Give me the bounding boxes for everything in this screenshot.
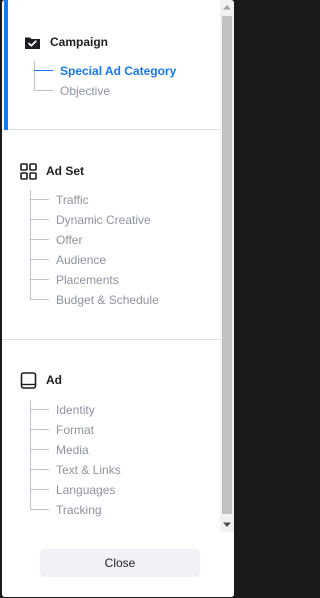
nav-item-label: Languages: [56, 483, 116, 497]
nav-item-label: Media: [56, 443, 89, 457]
ad-tablet-icon: [20, 371, 37, 389]
tree-connector: [34, 90, 53, 91]
nav-item-label: Text & Links: [56, 463, 121, 477]
nav-item-identity[interactable]: Identity: [30, 400, 121, 420]
tree-connector: [30, 409, 49, 410]
campaign-header[interactable]: Campaign: [24, 32, 108, 52]
campaign-checkbox-folder-icon: [24, 34, 41, 51]
nav-item-offer[interactable]: Offer: [30, 230, 159, 250]
ad-tree: Identity Format Media Text & Links Langu…: [30, 400, 121, 520]
nav-item-dynamic-creative[interactable]: Dynamic Creative: [30, 210, 159, 230]
nav-item-format[interactable]: Format: [30, 420, 121, 440]
scroll-down-arrow-icon[interactable]: [220, 518, 234, 532]
tree-connector: [30, 219, 49, 220]
navigation-scroll-area[interactable]: Campaign Special Ad Category Objective A…: [2, 0, 220, 532]
tree-connector: [34, 70, 53, 71]
tree-connector: [30, 279, 49, 280]
nav-item-label: Objective: [60, 84, 111, 98]
tree-connector: [30, 259, 49, 260]
nav-item-label: Tracking: [56, 503, 102, 517]
tree-connector: [30, 299, 49, 300]
tree-connector: [30, 449, 49, 450]
nav-item-label: Dynamic Creative: [56, 213, 151, 227]
ad-section: Ad Identity Format Media Text & Links La…: [2, 340, 220, 532]
nav-item-label: Offer: [56, 233, 83, 247]
campaign-section: Campaign Special Ad Category Objective: [2, 0, 220, 130]
tree-connector: [30, 429, 49, 430]
panel-footer: Close: [2, 532, 234, 597]
ad-title: Ad: [46, 373, 62, 387]
nav-item-label: Format: [56, 423, 95, 437]
close-button[interactable]: Close: [40, 549, 200, 577]
nav-item-languages[interactable]: Languages: [30, 480, 121, 500]
nav-item-placements[interactable]: Placements: [30, 270, 159, 290]
tree-connector: [30, 239, 49, 240]
navigation-panel: Campaign Special Ad Category Objective A…: [2, 0, 234, 597]
active-section-indicator: [4, 0, 8, 130]
nav-item-tracking[interactable]: Tracking: [30, 500, 121, 520]
tree-connector: [30, 489, 49, 490]
ad-set-section: Ad Set Traffic Dynamic Creative Offer Au…: [2, 130, 220, 340]
ad-header[interactable]: Ad: [20, 370, 62, 390]
ad-set-title: Ad Set: [46, 164, 85, 178]
campaign-title: Campaign: [50, 35, 109, 49]
scroll-up-arrow-icon[interactable]: [220, 0, 234, 14]
nav-item-label: Identity: [56, 403, 95, 417]
ad-set-tree: Traffic Dynamic Creative Offer Audience …: [30, 190, 159, 310]
ad-set-header[interactable]: Ad Set: [20, 161, 84, 181]
nav-item-objective[interactable]: Objective: [34, 81, 176, 101]
nav-item-label: Traffic: [56, 193, 89, 207]
nav-item-audience[interactable]: Audience: [30, 250, 159, 270]
nav-item-traffic[interactable]: Traffic: [30, 190, 159, 210]
tree-connector: [30, 509, 49, 510]
nav-item-label: Placements: [56, 273, 119, 287]
nav-item-label: Budget & Schedule: [56, 293, 159, 307]
campaign-tree: Special Ad Category Objective: [34, 61, 176, 101]
nav-item-label: Special Ad Category: [60, 64, 177, 78]
nav-item-budget-schedule[interactable]: Budget & Schedule: [30, 290, 159, 310]
tree-connector: [30, 469, 49, 470]
scrollbar-thumb[interactable]: [222, 16, 232, 514]
nav-item-label: Audience: [56, 253, 107, 267]
nav-item-text-links[interactable]: Text & Links: [30, 460, 121, 480]
ad-set-grid-icon: [20, 162, 37, 180]
nav-item-media[interactable]: Media: [30, 440, 121, 460]
vertical-scrollbar[interactable]: [220, 0, 234, 532]
tree-connector: [30, 199, 49, 200]
nav-item-special-ad-category[interactable]: Special Ad Category: [34, 61, 176, 81]
